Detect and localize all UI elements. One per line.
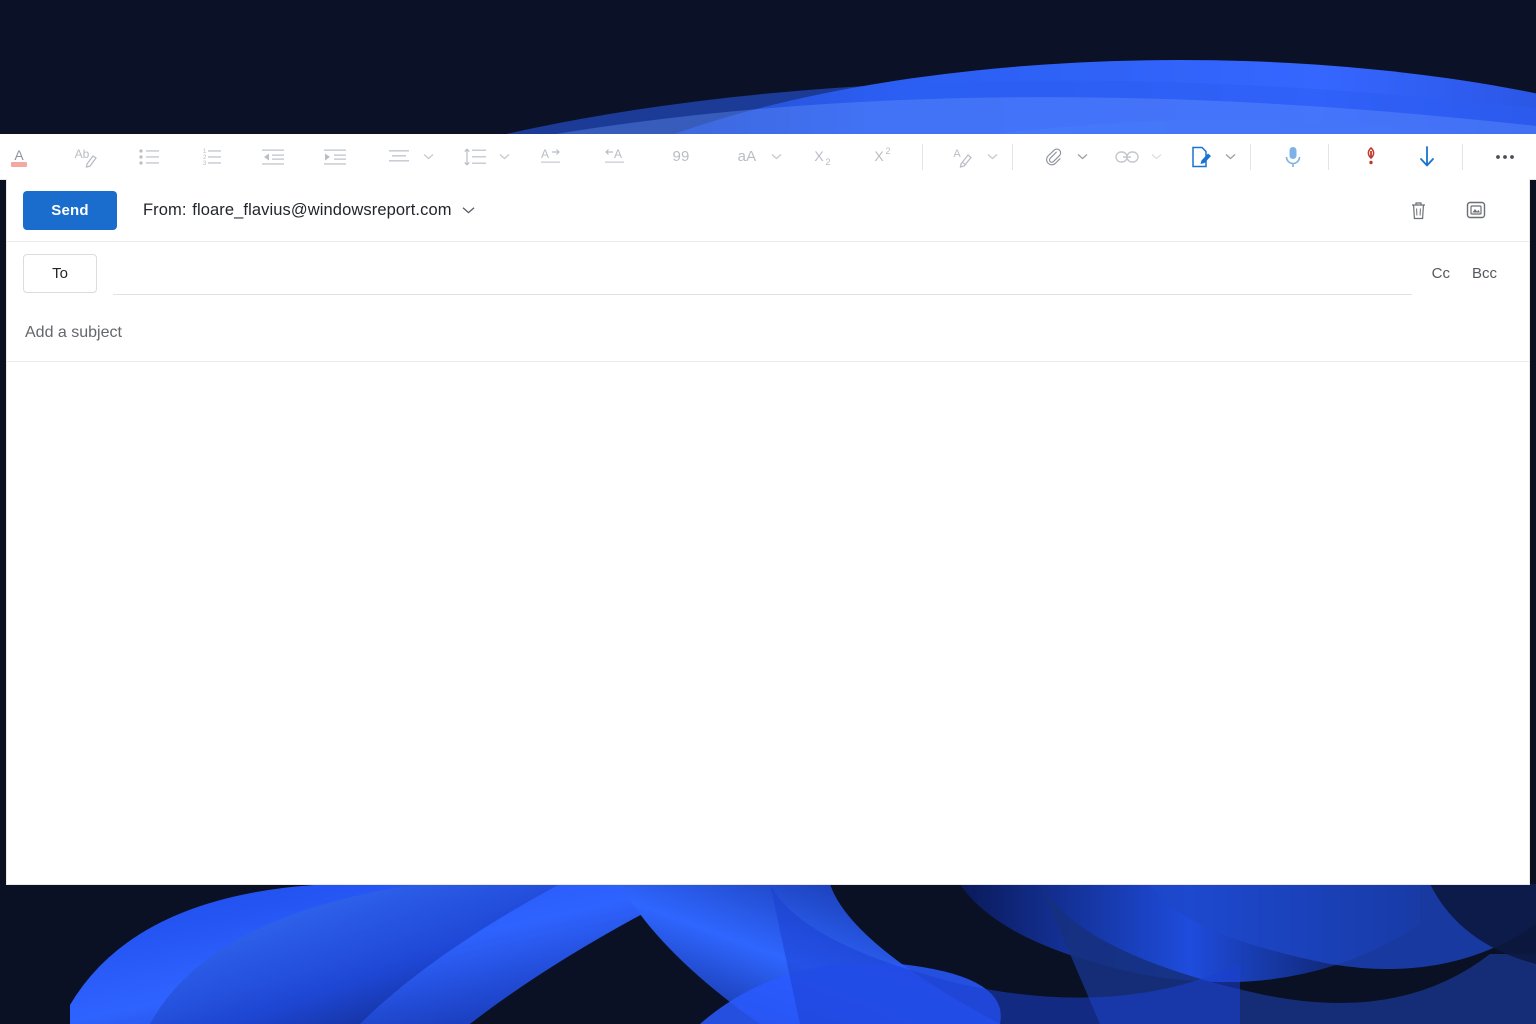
to-row: To Cc Bcc (7, 242, 1529, 304)
to-input[interactable] (113, 255, 1412, 295)
from-address: floare_flavius@windowsreport.com (192, 200, 452, 219)
signature-icon[interactable] (1180, 139, 1222, 175)
more-options-icon[interactable] (1484, 139, 1526, 175)
svg-text:A: A (953, 148, 961, 160)
low-importance-icon[interactable] (1406, 139, 1448, 175)
superscript-icon[interactable]: X 2 (862, 139, 904, 175)
trash-icon[interactable] (1405, 197, 1431, 223)
wallpaper-bottom-svg (0, 884, 1536, 1024)
from-chevron-down-icon[interactable] (462, 206, 475, 214)
to-button[interactable]: To (23, 253, 97, 293)
svg-text:A: A (541, 147, 549, 161)
align-icon[interactable] (378, 139, 420, 175)
change-case-icon[interactable]: aA (726, 139, 768, 175)
subscript-icon[interactable]: X 2 (802, 139, 844, 175)
ltr-direction-icon[interactable]: A (530, 139, 572, 175)
dictate-icon[interactable] (1272, 139, 1314, 175)
attach-file-icon[interactable] (1032, 139, 1074, 175)
formatting-toolbar: A Ab 1 2 3 A A 99 aA X 2 X 2 A (0, 134, 1536, 180)
insert-link-chevron-down-icon[interactable] (1148, 139, 1164, 175)
cc-button[interactable]: Cc (1432, 265, 1450, 282)
editor-proofing-icon[interactable]: Ab (66, 139, 108, 175)
line-spacing-chevron-down-icon[interactable] (496, 139, 512, 175)
format-painter-chevron-down-icon[interactable] (984, 139, 1000, 175)
svg-text:A: A (14, 147, 24, 163)
increase-indent-icon[interactable] (314, 139, 356, 175)
toolbar-divider-5 (1462, 143, 1463, 170)
wallpaper-bottom-ribbons (0, 884, 1536, 1024)
quote-label: 99 (672, 148, 690, 165)
signature-chevron-down-icon[interactable] (1222, 139, 1238, 175)
change-case-label: aA (737, 148, 757, 165)
rtl-direction-icon[interactable]: A (594, 139, 636, 175)
pop-out-icon[interactable] (1463, 197, 1489, 223)
toolbar-divider-4 (1328, 143, 1329, 170)
send-button[interactable]: Send (23, 190, 117, 230)
svg-text:3: 3 (203, 161, 207, 167)
bcc-button[interactable]: Bcc (1472, 265, 1497, 282)
from-label: From: (143, 200, 187, 219)
svg-text:2: 2 (825, 157, 830, 167)
decrease-indent-icon[interactable] (252, 139, 294, 175)
toolbar-divider-3 (1250, 143, 1251, 170)
wallpaper-top-arcs (0, 0, 1536, 140)
font-color-icon[interactable]: A (0, 139, 40, 175)
from-text: From: floare_flavius@windowsreport.com (143, 201, 452, 220)
insert-link-icon[interactable] (1106, 139, 1148, 175)
bulleted-list-icon[interactable] (128, 139, 170, 175)
svg-text:X: X (874, 148, 884, 164)
numbered-list-icon[interactable]: 1 2 3 (190, 139, 232, 175)
quote-icon[interactable]: 99 (660, 139, 702, 175)
compose-window: A Ab 1 2 3 A A 99 aA X 2 X 2 A Send From… (0, 134, 1536, 885)
header-actions (1405, 197, 1513, 223)
subject-row (7, 304, 1529, 362)
toolbar-divider-2 (1012, 143, 1013, 170)
svg-text:X: X (814, 148, 824, 164)
compose-header-row: Send From: floare_flavius@windowsreport.… (7, 179, 1529, 242)
line-spacing-icon[interactable] (454, 139, 496, 175)
compose-panel: Send From: floare_flavius@windowsreport.… (6, 179, 1530, 885)
svg-text:Ab: Ab (75, 147, 90, 161)
svg-text:2: 2 (885, 146, 890, 156)
from-field[interactable]: From: floare_flavius@windowsreport.com (143, 201, 475, 220)
message-body[interactable] (7, 362, 1529, 882)
svg-text:A: A (614, 147, 622, 161)
wallpaper-top-arcs-svg (0, 0, 1536, 140)
align-chevron-down-icon[interactable] (420, 139, 436, 175)
cc-bcc-group: Cc Bcc (1424, 265, 1513, 282)
high-importance-icon[interactable] (1350, 139, 1392, 175)
format-painter-icon[interactable]: A (942, 139, 984, 175)
attach-file-chevron-down-icon[interactable] (1074, 139, 1090, 175)
toolbar-divider-1 (922, 143, 923, 170)
screen: A Ab 1 2 3 A A 99 aA X 2 X 2 A Send From… (0, 0, 1536, 1024)
change-case-chevron-down-icon[interactable] (768, 139, 784, 175)
subject-input[interactable] (23, 322, 1513, 343)
